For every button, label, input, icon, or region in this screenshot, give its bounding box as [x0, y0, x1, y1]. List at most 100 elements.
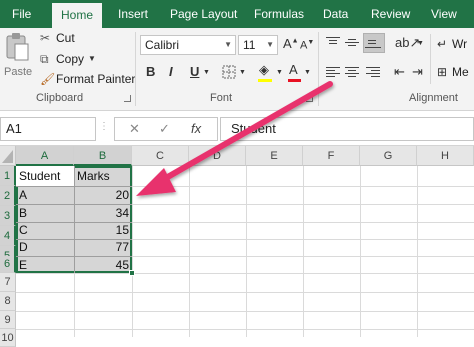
tab-file[interactable]: File [12, 0, 31, 28]
paste-icon [6, 33, 29, 61]
increase-indent-icon[interactable]: ⇥ [412, 65, 423, 78]
underline-dropdown-icon[interactable]: ▼ [203, 69, 210, 76]
clipboard-launcher-icon[interactable] [124, 95, 131, 102]
align-right-icon[interactable] [366, 67, 380, 77]
font-size-select[interactable]: 11 ▼ [238, 35, 278, 55]
fill-color-icon[interactable]: ◈ [259, 63, 269, 76]
cell-b5[interactable]: 77 [74, 237, 129, 257]
cell-a5[interactable]: D [19, 237, 28, 257]
formula-input[interactable]: Student [220, 117, 474, 141]
select-all-corner[interactable] [0, 146, 16, 166]
column-header-a[interactable]: A [16, 146, 74, 166]
select-all-icon [2, 150, 13, 163]
row-header-1[interactable]: 1 [0, 166, 16, 186]
format-painter-icon: 🖌 [40, 72, 56, 86]
wrap-text-icon: ↵ [437, 37, 448, 51]
decrease-indent-icon[interactable]: ⇤ [394, 65, 405, 78]
italic-button[interactable]: I [169, 64, 173, 79]
grid-line [16, 329, 474, 330]
formula-buttons: ✕ ✓ fx [114, 117, 218, 141]
cell-a6[interactable]: E [19, 255, 27, 275]
row-header-9[interactable]: 9 [0, 311, 16, 329]
row-header-10[interactable]: 10 [0, 329, 16, 347]
cell-b1[interactable]: Marks [77, 166, 110, 186]
ribbon: Paste ✂ Cut ⧉ Copy ▼ 🖌 Format Painter Cl… [0, 28, 474, 111]
column-header-d[interactable]: D [189, 146, 246, 166]
font-group-label: Font [210, 92, 233, 104]
row-header-6[interactable]: 6 [0, 256, 16, 273]
paste-label: Paste [4, 66, 33, 78]
column-header-f[interactable]: F [303, 146, 360, 166]
cell-a1[interactable]: Student [19, 166, 60, 186]
enter-icon[interactable]: ✓ [159, 121, 170, 137]
font-color-button[interactable]: A [289, 62, 298, 77]
name-box[interactable]: A1 [0, 117, 96, 141]
grid-line [132, 166, 133, 337]
format-painter-button[interactable]: Format Painter [56, 72, 135, 86]
font-launcher-icon[interactable] [306, 95, 313, 102]
insert-function-icon[interactable]: fx [191, 121, 201, 136]
top-align-icon[interactable] [326, 37, 340, 47]
chevron-down-icon: ▼ [266, 40, 274, 49]
fill-handle[interactable] [129, 270, 135, 276]
row-header-3[interactable]: 3 [0, 206, 16, 226]
formula-value: Student [231, 121, 276, 136]
chevron-down-icon: ▼ [224, 40, 232, 49]
row-header-2[interactable]: 2 [0, 186, 16, 206]
grid-line [303, 166, 304, 337]
tab-formulas[interactable]: Formulas [254, 0, 304, 28]
column-header-h[interactable]: H [417, 146, 474, 166]
font-name-value: Calibri [145, 38, 180, 52]
wrap-text-button[interactable]: Wr [452, 37, 467, 51]
merge-center-icon: ⊞ [437, 65, 448, 79]
cut-button[interactable]: Cut [56, 31, 75, 45]
grid-line [16, 311, 474, 312]
cell-a2[interactable]: A [19, 185, 27, 205]
copy-button[interactable]: Copy [56, 52, 84, 66]
grid-line [360, 166, 361, 337]
row-header-4[interactable]: 4 [0, 226, 16, 246]
tab-page-layout[interactable]: Page Layout [170, 0, 237, 28]
borders-icon[interactable] [222, 65, 236, 79]
fill-color-dropdown-icon[interactable]: ▼ [276, 69, 283, 76]
increase-font-icon[interactable]: A▲ [283, 37, 299, 50]
align-left-icon[interactable] [326, 67, 340, 77]
column-header-g[interactable]: G [360, 146, 417, 166]
tab-insert[interactable]: Insert [118, 0, 148, 28]
column-header-b[interactable]: B [74, 146, 132, 166]
column-header-c[interactable]: C [132, 146, 189, 166]
group-divider [318, 32, 319, 106]
more-options-icon[interactable]: ⋮ [99, 122, 109, 132]
row-header-7[interactable]: 7 [0, 273, 16, 292]
cancel-icon[interactable]: ✕ [129, 121, 140, 137]
decrease-font-icon[interactable]: A▼ [300, 39, 314, 52]
align-center-icon[interactable] [345, 67, 359, 77]
copy-icon: ⧉ [40, 52, 49, 66]
grid-line [16, 292, 474, 293]
alignment-group-label: Alignment [409, 92, 458, 104]
font-name-select[interactable]: Calibri ▼ [140, 35, 236, 55]
bold-button[interactable]: B [146, 64, 155, 79]
bottom-align-icon[interactable] [363, 33, 385, 53]
tab-data[interactable]: Data [323, 0, 348, 28]
underline-button[interactable]: U [190, 64, 199, 79]
copy-dropdown-icon[interactable]: ▼ [88, 55, 96, 63]
borders-dropdown-icon[interactable]: ▼ [239, 69, 246, 76]
tab-home[interactable]: Home [52, 3, 103, 28]
paste-button[interactable]: Paste [2, 30, 32, 86]
group-divider [430, 34, 431, 84]
cell-b2[interactable]: 20 [74, 185, 129, 205]
ribbon-tab-bar: File Home Insert Page Layout Formulas Da… [0, 0, 474, 28]
tab-review[interactable]: Review [371, 0, 410, 28]
grid-line [246, 166, 247, 337]
font-size-value: 11 [243, 38, 256, 52]
row-header-8[interactable]: 8 [0, 292, 16, 311]
column-header-e[interactable]: E [246, 146, 303, 166]
font-color-dropdown-icon[interactable]: ▼ [304, 69, 311, 76]
middle-align-icon[interactable] [345, 37, 359, 47]
grid-line [417, 166, 418, 337]
tab-view[interactable]: View [431, 0, 457, 28]
cell-b6[interactable]: 45 [74, 255, 129, 275]
orientation-dropdown-icon[interactable]: ▼ [417, 40, 424, 47]
merge-center-button[interactable]: Me [452, 65, 469, 79]
